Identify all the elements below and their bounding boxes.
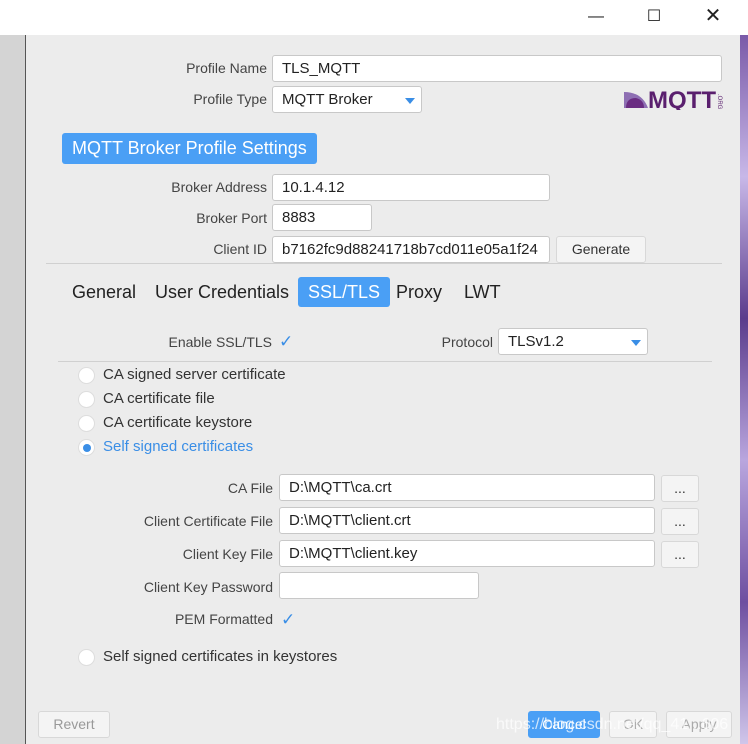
ca-file-label: CA File xyxy=(227,480,273,496)
radio-self-signed-keystores-label: Self signed certificates in keystores xyxy=(103,648,338,665)
radio-ca-signed-label: CA signed server certificate xyxy=(103,366,286,383)
client-key-browse-button[interactable]: ... xyxy=(661,541,699,568)
profile-name-label: Profile Name xyxy=(186,60,267,76)
client-id-input[interactable]: b7162fc9d88241718b7cd011e05a1f24 xyxy=(272,236,550,263)
protocol-label: Protocol xyxy=(441,334,493,350)
protocol-value: TLSv1.2 xyxy=(508,333,564,350)
client-key-label: Client Key File xyxy=(182,546,273,562)
radio-self-signed[interactable] xyxy=(78,439,95,456)
enable-ssl-label: Enable SSL/TLS xyxy=(168,334,272,350)
generate-button[interactable]: Generate xyxy=(556,236,646,263)
title-bar: — ☐ ✕ xyxy=(0,0,748,35)
client-id-label: Client ID xyxy=(213,241,267,257)
client-cert-input[interactable]: D:\MQTT\client.crt xyxy=(279,507,655,534)
close-icon[interactable]: ✕ xyxy=(690,0,736,35)
profile-name-input[interactable]: TLS_MQTT xyxy=(272,55,722,82)
maximize-icon[interactable]: ☐ xyxy=(631,0,677,35)
chevron-down-icon xyxy=(405,98,415,104)
radio-ca-file-label: CA certificate file xyxy=(103,390,215,407)
cancel-button[interactable]: Cancel xyxy=(528,711,600,738)
radio-ca-keystore-label: CA certificate keystore xyxy=(103,414,253,431)
profile-type-value: MQTT Broker xyxy=(282,91,373,108)
tab-general[interactable]: General xyxy=(62,277,146,307)
apply-button[interactable]: Apply xyxy=(666,711,732,738)
client-key-password-input[interactable] xyxy=(279,572,479,599)
revert-button[interactable]: Revert xyxy=(38,711,110,738)
minimize-icon[interactable]: — xyxy=(573,0,619,35)
mqtt-logo-text: MQTT xyxy=(648,87,716,110)
section-title: MQTT Broker Profile Settings xyxy=(62,133,317,164)
tab-proxy[interactable]: Proxy xyxy=(386,277,452,307)
radio-ca-keystore[interactable] xyxy=(78,415,95,432)
pem-formatted-label: PEM Formatted xyxy=(174,611,273,627)
broker-address-label: Broker Address xyxy=(171,179,267,195)
ca-file-input[interactable]: D:\MQTT\ca.crt xyxy=(279,474,655,501)
client-key-password-label: Client Key Password xyxy=(143,579,273,595)
tab-user-credentials[interactable]: User Credentials xyxy=(145,277,299,307)
divider xyxy=(46,263,722,264)
desktop-background xyxy=(740,35,748,744)
client-cert-label: Client Certificate File xyxy=(143,513,273,529)
divider xyxy=(58,361,712,362)
broker-address-input[interactable]: 10.1.4.12 xyxy=(272,174,550,201)
pem-formatted-checkbox[interactable]: ✓ xyxy=(281,610,295,630)
broker-port-label: Broker Port xyxy=(196,210,267,226)
radio-self-signed-label: Self signed certificates xyxy=(103,438,254,455)
tab-ssl-tls[interactable]: SSL/TLS xyxy=(298,277,391,307)
background-window xyxy=(0,35,26,744)
chevron-down-icon xyxy=(631,340,641,346)
radio-self-signed-keystores[interactable] xyxy=(78,649,95,666)
radio-ca-file[interactable] xyxy=(78,391,95,408)
broker-port-input[interactable]: 8883 xyxy=(272,204,372,231)
ca-file-browse-button[interactable]: ... xyxy=(661,475,699,502)
client-cert-browse-button[interactable]: ... xyxy=(661,508,699,535)
profile-type-select[interactable]: MQTT Broker xyxy=(272,86,422,113)
radio-ca-signed[interactable] xyxy=(78,367,95,384)
tab-lwt[interactable]: LWT xyxy=(454,277,511,307)
ok-button[interactable]: OK xyxy=(609,711,657,738)
enable-ssl-checkbox[interactable]: ✓ xyxy=(279,332,293,352)
profile-type-label: Profile Type xyxy=(193,91,267,107)
svg-text:.ORG: .ORG xyxy=(716,94,722,110)
protocol-select[interactable]: TLSv1.2 xyxy=(498,328,648,355)
client-key-input[interactable]: D:\MQTT\client.key xyxy=(279,540,655,567)
mqtt-logo: MQTT .ORG xyxy=(624,86,724,114)
